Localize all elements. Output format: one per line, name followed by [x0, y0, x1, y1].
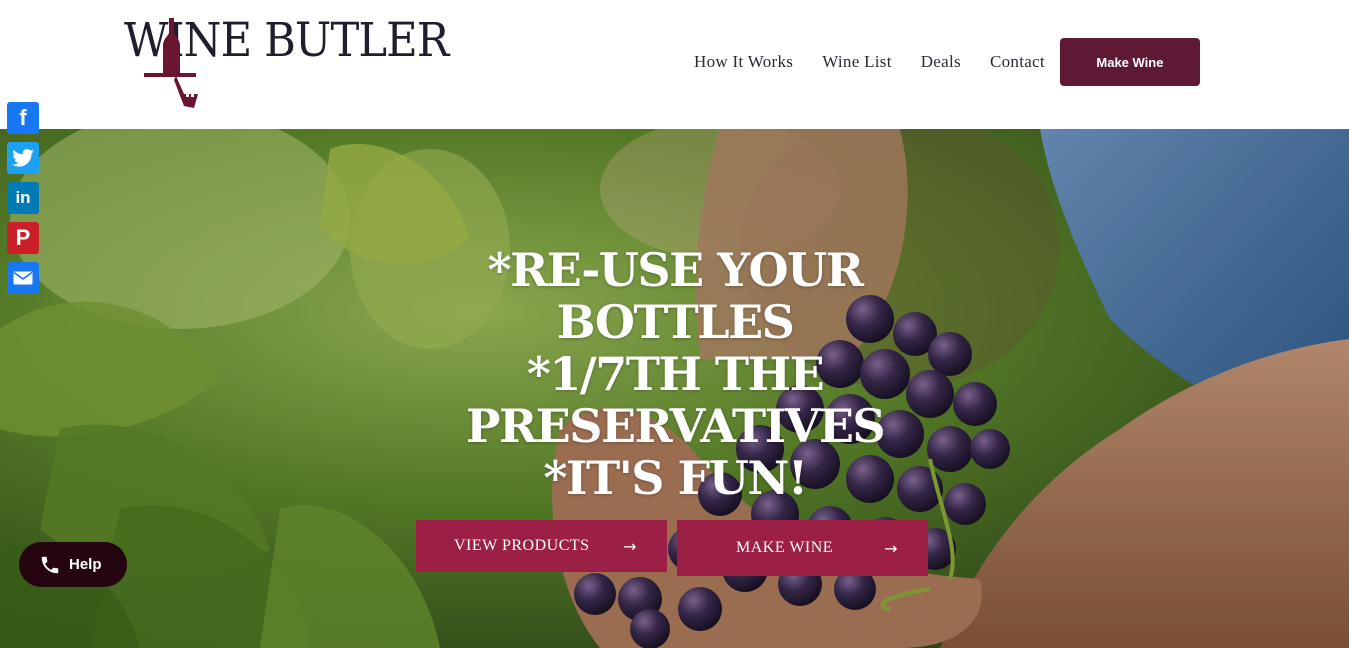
twitter-icon[interactable] [7, 142, 39, 174]
linkedin-glyph: in [15, 188, 31, 207]
pinterest-glyph: P [15, 225, 31, 250]
nav-wine-list[interactable]: Wine List [822, 52, 892, 72]
nav-deals[interactable]: Deals [921, 52, 961, 72]
bottle-tray-icon [144, 18, 198, 108]
make-wine-label: MAKE WINE [736, 539, 834, 556]
facebook-icon[interactable]: f [7, 102, 39, 134]
help-button[interactable]: Help [19, 542, 127, 587]
headline-line: *IT'S FUN! [543, 451, 808, 505]
wine-butler-logo[interactable]: WINE BUTLER [124, 14, 449, 108]
hero-section: *RE-USE YOUR BOTTLES *1/7TH THE PRESERVA… [0, 129, 1349, 648]
email-icon[interactable] [7, 262, 39, 294]
arrow-right-icon: → [884, 538, 898, 558]
facebook-glyph: f [19, 105, 27, 130]
view-products-label: VIEW PRODUCTS [454, 537, 590, 554]
social-share-bar: f in P [7, 102, 39, 302]
phone-icon [39, 554, 61, 576]
make-wine-header-button[interactable]: Make Wine [1059, 38, 1200, 86]
hero-headline: *RE-USE YOUR BOTTLES *1/7TH THE PRESERVA… [440, 244, 910, 504]
pinterest-icon[interactable]: P [7, 222, 39, 254]
headline-line: *1/7TH THE [526, 347, 825, 401]
headline-line: *RE-USE YOUR [487, 243, 864, 297]
view-products-button[interactable]: VIEW PRODUCTS → [416, 520, 667, 572]
headline-line: PRESERVATIVES [465, 399, 886, 453]
site-header: WINE BUTLER How It Works Wine List Deals… [0, 0, 1349, 129]
nav-how-it-works[interactable]: How It Works [694, 52, 793, 72]
linkedin-icon[interactable]: in [7, 182, 39, 214]
main-nav: How It Works Wine List Deals Contact Mak… [680, 38, 1200, 86]
arrow-right-icon: → [623, 536, 637, 556]
twitter-bird-icon [12, 149, 34, 167]
make-wine-hero-button[interactable]: MAKE WINE → [677, 520, 928, 576]
nav-contact[interactable]: Contact [990, 52, 1045, 72]
help-label: Help [69, 556, 102, 573]
headline-line: BOTTLES [556, 295, 795, 349]
envelope-icon [13, 271, 33, 285]
